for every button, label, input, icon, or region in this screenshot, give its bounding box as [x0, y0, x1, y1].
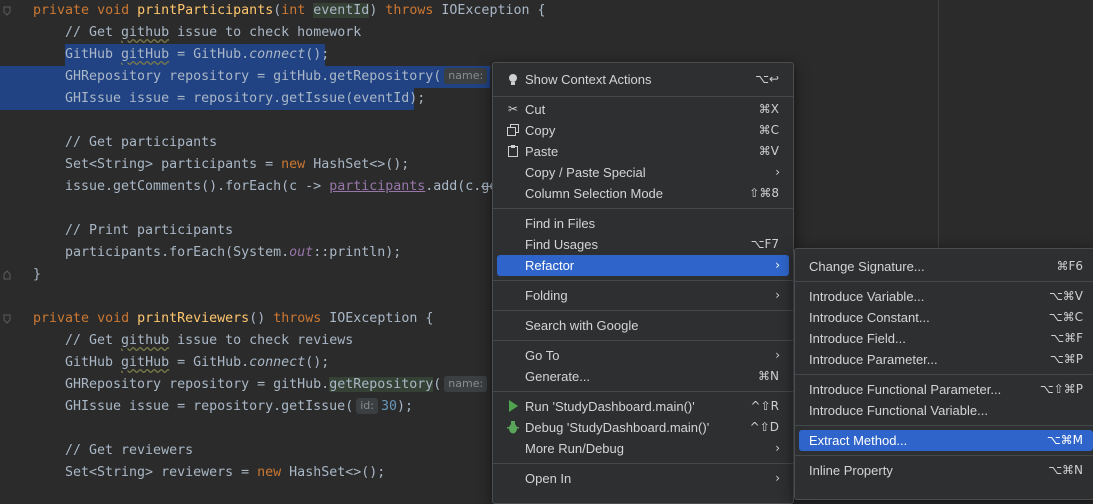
menu-item-find-usages[interactable]: Find Usages ⌥F7: [497, 234, 789, 255]
menu-item-show-context-actions[interactable]: Show Context Actions ⌥↩: [497, 69, 789, 90]
menu-item-column-selection-mode[interactable]: Column Selection Mode ⇧⌘8: [497, 183, 789, 204]
menu-item-cut[interactable]: ✂ Cut ⌘X: [497, 99, 789, 120]
menu-item-copy[interactable]: Copy ⌘C: [497, 120, 789, 141]
copy-icon: [505, 120, 521, 141]
menu-separator: [795, 455, 1093, 456]
menu-separator: [795, 374, 1093, 375]
menu-item-copy-paste-special[interactable]: Copy / Paste Special ›: [497, 162, 789, 183]
menu-separator: [493, 310, 793, 311]
code-line: // Get github issue to check homework: [65, 25, 362, 40]
menu-separator: [493, 463, 793, 464]
menu-item-introduce-constant[interactable]: Introduce Constant... ⌥⌘C: [799, 307, 1093, 328]
menu-item-extract-method[interactable]: Extract Method... ⌥⌘M: [799, 430, 1093, 451]
debug-icon: [505, 417, 521, 438]
menu-item-more-run-debug[interactable]: More Run/Debug ›: [497, 438, 789, 459]
menu-item-find-in-files[interactable]: Find in Files: [497, 213, 789, 234]
menu-separator: [493, 280, 793, 281]
menu-item-open-in[interactable]: Open In ›: [497, 468, 789, 489]
chevron-right-icon: ›: [775, 348, 780, 362]
menu-item-search-with-google[interactable]: Search with Google: [497, 315, 789, 336]
menu-item-debug[interactable]: Debug 'StudyDashboard.main()' ^⇧D: [497, 417, 789, 438]
menu-separator: [493, 391, 793, 392]
menu-separator: [493, 96, 793, 97]
fold-marker-icon[interactable]: [3, 314, 11, 324]
refactor-submenu: Change Signature... ⌘F6 Introduce Variab…: [794, 248, 1093, 500]
code-line: private void printParticipants(int event…: [0, 0, 1093, 22]
menu-item-go-to[interactable]: Go To ›: [497, 345, 789, 366]
menu-item-refactor[interactable]: Refactor ›: [497, 255, 789, 276]
menu-item-introduce-parameter[interactable]: Introduce Parameter... ⌥⌘P: [799, 349, 1093, 370]
chevron-right-icon: ›: [775, 288, 780, 302]
chevron-right-icon: ›: [775, 165, 780, 179]
menu-item-run[interactable]: Run 'StudyDashboard.main()' ^⇧R: [497, 396, 789, 417]
menu-item-introduce-variable[interactable]: Introduce Variable... ⌥⌘V: [799, 286, 1093, 307]
chevron-right-icon: ›: [775, 471, 780, 485]
menu-item-inline-property[interactable]: Inline Property ⌥⌘N: [799, 460, 1093, 481]
menu-item-folding[interactable]: Folding ›: [497, 285, 789, 306]
menu-separator: [493, 208, 793, 209]
menu-item-introduce-functional-variable[interactable]: Introduce Functional Variable...: [799, 400, 1093, 421]
chevron-right-icon: ›: [775, 258, 780, 272]
menu-item-introduce-functional-parameter[interactable]: Introduce Functional Parameter... ⌥⇧⌘P: [799, 379, 1093, 400]
param-hint: name:: [444, 68, 488, 84]
menu-item-introduce-field[interactable]: Introduce Field... ⌥⌘F: [799, 328, 1093, 349]
menu-item-generate[interactable]: Generate... ⌘N: [497, 366, 789, 387]
fold-marker-icon[interactable]: [3, 270, 11, 280]
menu-separator: [795, 281, 1093, 282]
menu-item-change-signature[interactable]: Change Signature... ⌘F6: [799, 256, 1093, 277]
menu-separator: [795, 425, 1093, 426]
menu-item-paste[interactable]: Paste ⌘V: [497, 141, 789, 162]
run-icon: [505, 396, 521, 417]
param-hint: name:: [444, 376, 488, 392]
menu-separator: [493, 340, 793, 341]
context-menu: Show Context Actions ⌥↩ ✂ Cut ⌘X Copy ⌘C…: [492, 62, 794, 504]
lightbulb-icon: [505, 69, 521, 90]
chevron-right-icon: ›: [775, 441, 780, 455]
param-hint: id:: [356, 398, 378, 414]
scissors-icon: ✂: [507, 102, 519, 116]
clipboard-icon: [505, 141, 521, 162]
fold-marker-icon[interactable]: [3, 6, 11, 16]
